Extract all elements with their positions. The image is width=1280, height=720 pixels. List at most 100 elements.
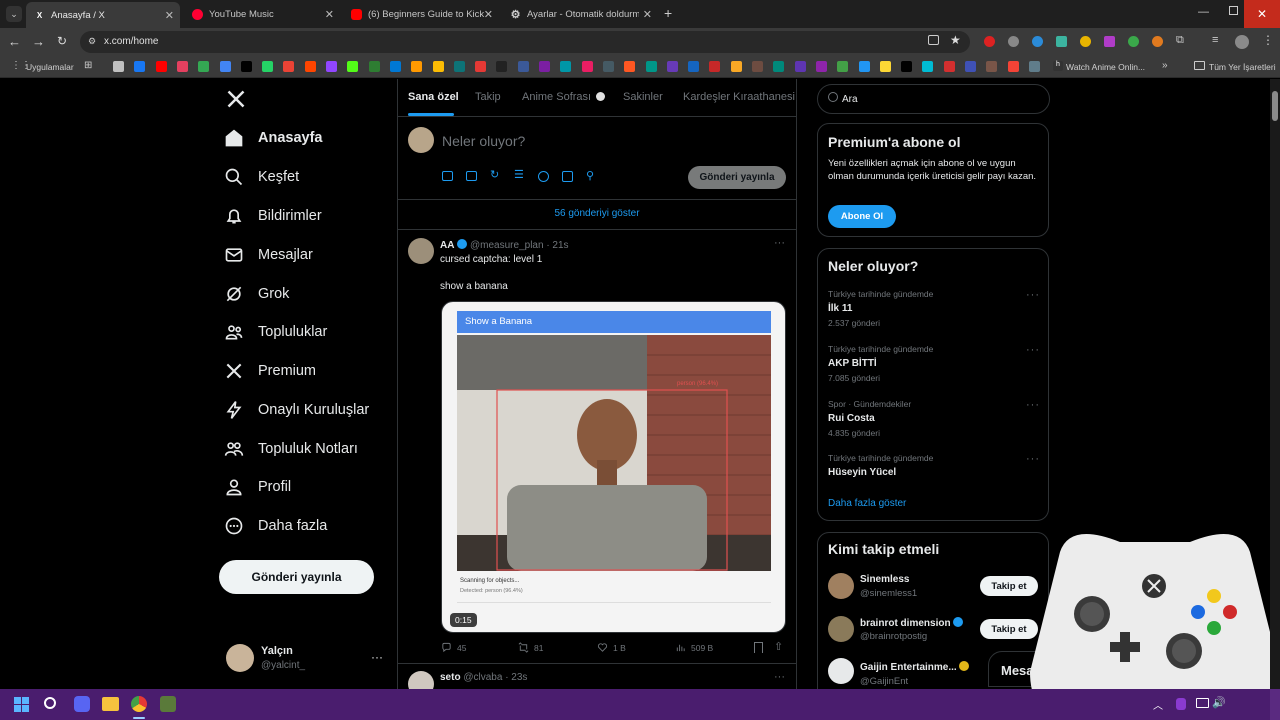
avatar[interactable] bbox=[1235, 35, 1249, 49]
reading-list-icon[interactable]: ≡ bbox=[1212, 34, 1218, 46]
sidebar-item-premium[interactable]: Premium bbox=[224, 356, 316, 386]
post-author-name[interactable]: seto bbox=[440, 672, 461, 683]
bookmark-favicon-icon[interactable] bbox=[283, 61, 295, 72]
minimize-button[interactable]: — bbox=[1198, 6, 1209, 18]
trend-more-icon[interactable]: ··· bbox=[1026, 399, 1040, 411]
extension-icon[interactable] bbox=[1008, 36, 1019, 47]
bookmark-favicon-icon[interactable] bbox=[219, 61, 231, 72]
search-icon[interactable] bbox=[44, 697, 56, 709]
reply-button[interactable]: 45 bbox=[441, 642, 466, 653]
bookmark-favicon-icon[interactable] bbox=[347, 61, 359, 72]
sidebar-item-more[interactable]: Daha fazla bbox=[224, 511, 327, 541]
extension-icon[interactable] bbox=[1128, 36, 1139, 47]
x-logo-icon[interactable] bbox=[226, 89, 246, 114]
account-switcher[interactable]: Yalçın @yalcint_ ··· bbox=[226, 644, 386, 676]
extension-icon[interactable] bbox=[984, 36, 995, 47]
bookmark-favicon-icon[interactable] bbox=[1007, 61, 1019, 72]
post-button[interactable]: Gönderi yayınla bbox=[219, 560, 374, 594]
extension-icon[interactable] bbox=[1056, 36, 1067, 47]
bookmark-favicon-icon[interactable] bbox=[645, 61, 657, 72]
location-icon[interactable]: ⚲ bbox=[586, 169, 594, 182]
search-input[interactable]: Ara bbox=[817, 84, 1050, 114]
trend-more-icon[interactable]: ··· bbox=[1026, 453, 1040, 465]
file-explorer-icon[interactable] bbox=[102, 697, 119, 711]
bookmark-favicon-icon[interactable] bbox=[539, 61, 550, 72]
page-scrollbar[interactable] bbox=[1270, 79, 1280, 689]
tab-youtube-music[interactable]: YouTube Music ✕ bbox=[184, 3, 340, 25]
discord-icon[interactable] bbox=[74, 696, 90, 712]
gif-icon[interactable] bbox=[466, 171, 477, 181]
new-tab-button[interactable]: + bbox=[664, 5, 672, 21]
post-avatar[interactable] bbox=[408, 671, 434, 689]
tab-youtube-guide[interactable]: (6) Beginners Guide to Kick Stre ✕ bbox=[343, 3, 499, 25]
bookmark-favicon-icon[interactable] bbox=[837, 61, 849, 72]
forward-arrow-icon[interactable]: → bbox=[32, 34, 45, 49]
bookmark-favicon-icon[interactable] bbox=[922, 61, 934, 72]
bookmark-favicon-icon[interactable] bbox=[1028, 61, 1040, 72]
back-arrow-icon[interactable]: ← bbox=[8, 34, 21, 49]
composer-input[interactable]: Neler oluyor? bbox=[442, 133, 525, 149]
bookmark-favicon-icon[interactable] bbox=[879, 61, 891, 72]
bookmark-favicon-icon[interactable] bbox=[688, 61, 700, 72]
tab-sakinler[interactable]: Sakinler bbox=[623, 91, 663, 103]
trend-more-icon[interactable]: ··· bbox=[1026, 344, 1040, 356]
tray-app-icon[interactable] bbox=[1176, 698, 1186, 710]
sidebar-item-home[interactable]: Anasayfa bbox=[224, 123, 322, 153]
tab-anime-sofrasi[interactable]: Anime Sofrası bbox=[522, 91, 606, 103]
bookmark-favicon-icon[interactable] bbox=[943, 61, 955, 72]
bookmark-favicon-icon[interactable] bbox=[411, 61, 423, 72]
post-more-icon[interactable]: ··· bbox=[774, 671, 785, 683]
post-video[interactable]: Show a Banana person (96.4%) Scanning fo… bbox=[441, 301, 786, 633]
sidebar-item-messages[interactable]: Mesajlar bbox=[224, 240, 313, 270]
bookmark-favicon-icon[interactable] bbox=[986, 61, 998, 72]
sidebar-item-explore[interactable]: Keşfet bbox=[224, 162, 299, 192]
tab-kardesler[interactable]: Kardeşler Kıraathanesi bbox=[683, 91, 795, 103]
trend-item[interactable]: Türkiye tarihinde gündemde Hüseyin Yücel… bbox=[828, 453, 1040, 483]
bookmark-favicon-icon[interactable] bbox=[240, 61, 252, 72]
poll-icon[interactable]: ☰ bbox=[514, 168, 524, 181]
bookmark-favicon-icon[interactable] bbox=[815, 61, 827, 72]
sidebar-item-notifications[interactable]: Bildirimler bbox=[224, 201, 322, 231]
trend-more-icon[interactable]: ··· bbox=[1026, 289, 1040, 301]
bookmark-apps[interactable]: Uygulamalar bbox=[26, 62, 74, 72]
bookmark-favicon-icon[interactable] bbox=[389, 61, 401, 72]
post-time[interactable]: · 23s bbox=[505, 672, 527, 683]
close-icon[interactable]: ✕ bbox=[325, 8, 334, 21]
extension-icon[interactable] bbox=[1104, 36, 1115, 47]
extension-icon[interactable] bbox=[1032, 36, 1043, 47]
bookmark-favicon-icon[interactable] bbox=[666, 61, 678, 72]
menu-icon[interactable]: ⋮ bbox=[1262, 33, 1274, 47]
grok-icon[interactable]: ↻ bbox=[490, 168, 499, 181]
sidebar-item-profile[interactable]: Profil bbox=[224, 472, 291, 502]
bookmark-favicon-icon[interactable] bbox=[581, 61, 593, 72]
install-icon[interactable] bbox=[928, 35, 939, 45]
post-avatar[interactable] bbox=[408, 238, 434, 264]
post-more-icon[interactable]: ··· bbox=[774, 237, 785, 249]
speaker-icon[interactable]: 🔊 bbox=[1212, 696, 1226, 709]
emoji-icon[interactable] bbox=[538, 171, 549, 182]
bookmark-anime[interactable]: Watch Anime Onlin... bbox=[1066, 62, 1145, 72]
post-author-name[interactable]: AA bbox=[440, 240, 454, 251]
tab-following[interactable]: Takip bbox=[475, 91, 501, 103]
sidebar-item-grok[interactable]: Grok bbox=[224, 279, 289, 309]
close-icon[interactable]: ✕ bbox=[643, 8, 652, 21]
bookmark-favicon-icon[interactable] bbox=[624, 61, 636, 72]
reload-icon[interactable]: ↻ bbox=[57, 34, 67, 48]
close-window-button[interactable]: ✕ bbox=[1244, 0, 1280, 28]
puzzle-icon[interactable]: ⧉ bbox=[1176, 34, 1184, 47]
taskbar-corner[interactable] bbox=[1270, 689, 1280, 720]
bookmark-favicon-icon[interactable] bbox=[901, 61, 913, 72]
scrollbar-thumb[interactable] bbox=[1272, 91, 1278, 121]
close-icon[interactable]: ✕ bbox=[165, 9, 174, 22]
bookmark-favicon-icon[interactable] bbox=[134, 61, 146, 72]
show-new-posts[interactable]: 56 gönderiyi göster bbox=[398, 208, 796, 219]
bookmark-favicon-icon[interactable] bbox=[496, 61, 508, 72]
star-icon[interactable]: ★ bbox=[950, 33, 961, 47]
show-more-link[interactable]: Daha fazla göster bbox=[828, 498, 906, 509]
bookmark-favicon-icon[interactable] bbox=[176, 61, 188, 72]
post-time[interactable]: · 21s bbox=[546, 240, 568, 251]
chevron-right-icon[interactable]: » bbox=[1162, 60, 1168, 71]
image-icon[interactable] bbox=[442, 171, 453, 181]
restore-button[interactable] bbox=[1229, 6, 1238, 15]
bookmark-favicon-icon[interactable] bbox=[368, 61, 380, 72]
